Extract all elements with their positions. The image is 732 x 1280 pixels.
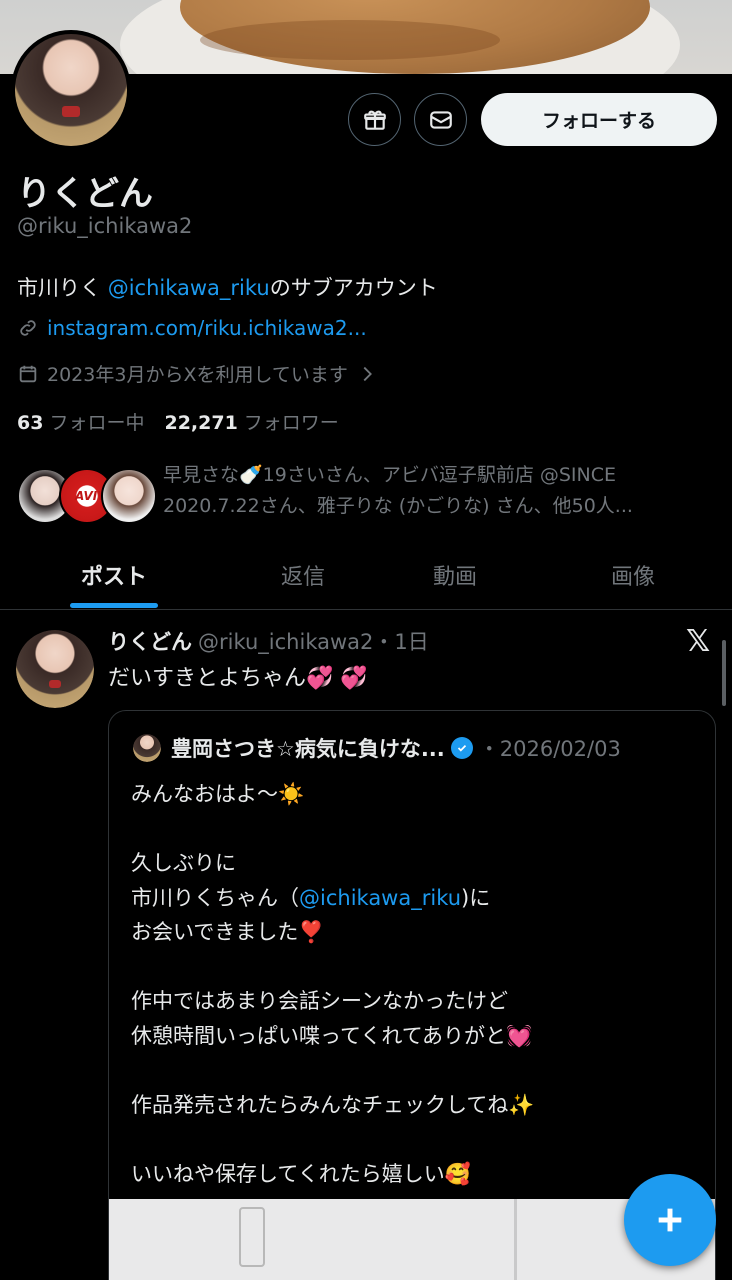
post-author-avatar[interactable] <box>16 630 94 708</box>
handle: @riku_ichikawa2 <box>17 214 193 238</box>
follow-button[interactable]: フォローする <box>481 93 717 146</box>
joined-text: 2023年3月からXを利用しています <box>47 364 348 386</box>
follower-avatar <box>101 468 157 524</box>
following-stat[interactable]: 63 フォロー中 <box>17 408 144 435</box>
gift-button[interactable] <box>348 93 401 146</box>
profile-link-row[interactable]: instagram.com/riku.ichikawa2... <box>17 316 367 340</box>
joined-row[interactable]: 2023年3月からXを利用しています <box>17 360 378 387</box>
followed-by-avatars: AVIVA <box>17 468 157 524</box>
followed-by-text: 早見さな🍼19さいさん、アビバ逗子駅前店 @SINCE 2020.7.22さん、… <box>163 464 633 517</box>
quote-header: 豊岡さつき☆病気に負けな... ・2026/02/03 <box>171 733 621 763</box>
bio-suffix: のサブアカウント <box>269 276 438 300</box>
scrollbar[interactable] <box>722 640 726 706</box>
post-author-meta: @riku_ichikawa2・1日 <box>198 630 429 654</box>
calendar-icon <box>19 365 37 382</box>
chevron-right-icon <box>363 366 372 381</box>
banner-syrup <box>200 20 500 60</box>
quote-author-avatar <box>133 734 161 762</box>
bio: 市川りく @ichikawa_rikuのサブアカウント <box>17 272 438 302</box>
follow-stats: 63 フォロー中 22,271 フォロワー <box>17 408 339 435</box>
compose-plus-icon <box>658 1208 682 1232</box>
x-logo-icon: 𝕏 <box>686 624 711 659</box>
profile-tabs: ポスト 返信 動画 画像 <box>0 540 732 610</box>
quoted-post[interactable]: 豊岡さつき☆病気に負けな... ・2026/02/03 みんなおはよ〜☀️ 久し… <box>108 710 716 1280</box>
profile-avatar[interactable] <box>11 30 131 150</box>
link-icon <box>20 320 36 336</box>
tab-posts[interactable]: ポスト <box>60 540 168 610</box>
quote-date: ・2026/02/03 <box>478 737 621 761</box>
followers-stat[interactable]: 22,271 フォロワー <box>164 408 338 435</box>
profile-link[interactable]: instagram.com/riku.ichikawa2... <box>47 316 367 340</box>
post-text: だいすきとよちゃん💞 💞 <box>108 666 368 691</box>
quote-mention-link[interactable]: @ichikawa_riku <box>299 886 461 910</box>
message-button[interactable] <box>414 93 467 146</box>
mail-icon <box>429 110 452 129</box>
compose-button[interactable] <box>624 1174 716 1266</box>
tab-images[interactable]: 画像 <box>580 540 686 610</box>
display-name: りくどん <box>17 174 153 214</box>
post-header: りくどん @riku_ichikawa2・1日 <box>108 626 429 656</box>
quote-body: みんなおはよ〜☀️ 久しぶりに 市川りくちゃん（@ichikawa_riku)に… <box>131 782 535 1186</box>
post-author-name[interactable]: りくどん <box>108 630 192 654</box>
tab-replies[interactable]: 返信 <box>250 540 356 610</box>
tab-videos[interactable]: 動画 <box>402 540 508 610</box>
gift-icon <box>363 110 386 130</box>
verified-icon <box>450 737 473 759</box>
quote-author-name: 豊岡さつき☆病気に負けな... <box>171 737 445 761</box>
bio-prefix: 市川りく <box>17 276 108 300</box>
active-tab-indicator <box>70 603 158 608</box>
followed-by-row[interactable]: AVIVA 早見さな🍼19さいさん、アビバ逗子駅前店 @SINCE 2020.7… <box>17 460 717 530</box>
bio-mention-link[interactable]: @ichikawa_riku <box>108 276 270 300</box>
